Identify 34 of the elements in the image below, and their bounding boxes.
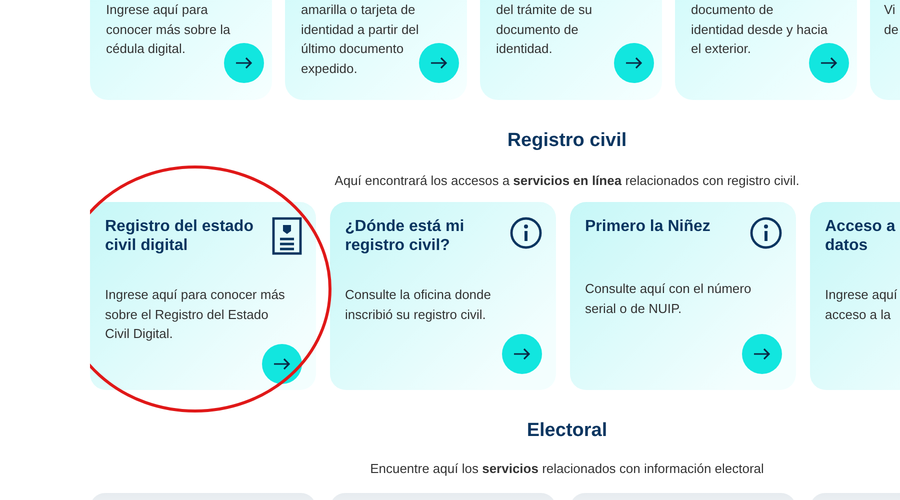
info-icon [510, 217, 542, 250]
arrow-button[interactable] [224, 43, 264, 83]
info-icon [750, 217, 782, 250]
section-intro: Aquí encontrará los accesos a servicios en línea relacionados con registro civil. [334, 172, 800, 190]
card-title: ¿Dónde está mi registro civil? [345, 217, 466, 256]
arrow-button[interactable] [809, 43, 849, 83]
arrow-right-icon [235, 57, 253, 69]
card-description: Ingrese aquí acceso a la [825, 286, 898, 324]
card-description: documento de identidad desde y hacia el exterior. [691, 1, 828, 58]
arrow-right-icon [753, 348, 771, 360]
card-description: Consulte aquí con el número serial o de NUIP. [585, 280, 752, 318]
section-title: Electoral [526, 420, 608, 444]
arrow-button[interactable] [742, 334, 782, 374]
section-title: Registro civil [506, 130, 628, 153]
arrow-right-icon [513, 348, 531, 360]
card-title: Primero la Niñez [585, 217, 710, 236]
arrow-button[interactable] [502, 334, 542, 374]
card-description: amarilla o tarjeta de identidad a partir del último documento expedido. [301, 1, 419, 78]
arrow-button[interactable] [614, 43, 654, 83]
card-title: Acceso a datos [825, 217, 896, 256]
section-intro: Encuentre aquí los servicios relacionados con información electoral [369, 460, 765, 478]
arrow-button[interactable] [419, 43, 459, 83]
arrow-button[interactable] [262, 344, 302, 384]
card-description: Ingrese aquí para conocer más sobre el Registro del Estado Civil Digital. [105, 286, 285, 344]
card-description: Ingrese aquí para conocer más sobre la cédula digital. [106, 1, 230, 58]
card-description: Consulte la oficina donde inscribió su registro civil. [345, 286, 491, 324]
card-description: Vi de [884, 1, 898, 38]
card-title: Registro del estado civil digital [105, 217, 254, 256]
arrow-right-icon [273, 358, 291, 370]
document-icon [272, 217, 302, 256]
arrow-right-icon [625, 57, 643, 69]
arrow-right-icon [820, 57, 838, 69]
card-description: del trámite de su documento de identidad. [496, 1, 592, 58]
arrow-right-icon [430, 57, 448, 69]
